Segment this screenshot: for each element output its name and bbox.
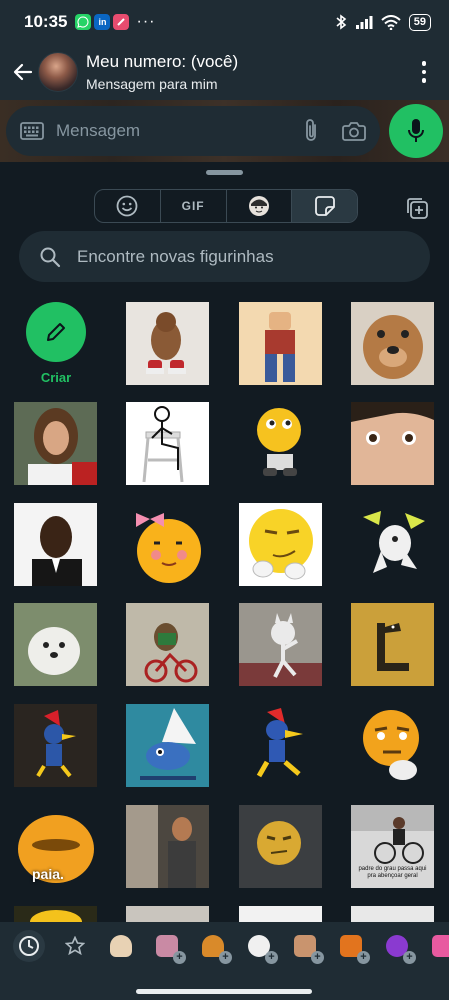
message-placeholder: Mensagem (56, 121, 141, 140)
status-bar: 10:35 in ··· 59 (0, 0, 449, 44)
chat-subtitle: Mensagem para mim (86, 76, 218, 92)
sticker-white-dog[interactable] (14, 603, 97, 686)
clock-icon (19, 936, 39, 956)
add-pack-icon: + (219, 951, 232, 964)
composer-area: Mensagem (0, 100, 449, 162)
sticker-caption-paia: paia. (32, 866, 64, 882)
sticker-tab[interactable] (292, 190, 357, 222)
sticker-partial-1[interactable] (14, 906, 97, 922)
sticker-letter-l[interactable] (351, 603, 434, 686)
sticker-pack-icon (432, 935, 449, 957)
recent-stickers-tab[interactable] (6, 926, 52, 966)
battery-indicator: 59 (408, 13, 431, 31)
sticker-emoji-pensive[interactable] (351, 704, 434, 787)
sticker-dog-closeup[interactable] (351, 302, 434, 385)
sticker-man-suit[interactable] (14, 503, 97, 586)
sticker-icon (314, 196, 335, 216)
add-pack-icon: + (173, 951, 186, 964)
wifi-icon (381, 14, 401, 30)
create-sticker-circle (26, 302, 86, 362)
linkedin-icon: in (94, 14, 111, 30)
sticker-monkey-bike[interactable] (126, 603, 209, 686)
chat-title: Meu numero: (você) (86, 52, 239, 71)
create-sticker-label: Criar (40, 370, 72, 385)
more-notifications-icon: ··· (136, 13, 156, 30)
keyboard-icon[interactable] (20, 122, 44, 140)
sticker-cartoon-hat[interactable] (126, 704, 209, 787)
avatar-tab[interactable] (227, 190, 293, 222)
sticker-padre[interactable]: padre do grau passa aqui pra abençoar ge… (351, 805, 434, 888)
favorites-tab[interactable] (52, 926, 98, 966)
mic-button[interactable] (389, 104, 443, 158)
sticker-cartoon-dance[interactable] (351, 503, 434, 586)
sticker-woodpecker-1[interactable] (14, 704, 97, 787)
sticker-search-placeholder: Encontre novas figurinhas (77, 246, 274, 266)
sticker-emoji-smug[interactable] (239, 503, 322, 586)
panel-tabs: GIF (94, 189, 358, 223)
sticker-pack-tray: + + + + + + (0, 922, 449, 970)
search-icon (40, 247, 61, 267)
chat-info[interactable]: Meu numero: (você) Mensagem para mim (86, 52, 238, 92)
sticker-search[interactable]: Encontre novas figurinhas (19, 231, 430, 282)
panel-drag-handle[interactable] (206, 170, 243, 175)
gif-tab[interactable]: GIF (161, 190, 227, 222)
coffee-cup-icon (110, 935, 132, 957)
sticker-partial-2[interactable] (126, 906, 209, 922)
sticker-monkey-sneakers[interactable] (126, 302, 209, 385)
sticker-emoji-thinking[interactable] (239, 402, 322, 485)
pencil-icon (47, 323, 65, 341)
sticker-panel: GIF Encontre novas figurinhas Criar paia… (0, 162, 449, 1000)
sticker-partial-3[interactable] (239, 906, 322, 922)
sticker-caption-padre: padre do grau passa aqui pra abençoar ge… (358, 866, 427, 879)
app-icon (113, 14, 130, 30)
pack-5-tab[interactable]: + (282, 926, 328, 966)
sticker-cat-kick[interactable] (239, 603, 322, 686)
add-sticker-icon (407, 198, 428, 219)
smiley-icon (116, 195, 138, 217)
pack-4-tab[interactable]: + (236, 926, 282, 966)
sticker-woodpecker-2[interactable] (239, 704, 322, 787)
home-gesture-bar[interactable] (136, 989, 312, 994)
recent-ring (13, 930, 45, 962)
sticker-emoji-bow[interactable] (126, 503, 209, 586)
sticker-kid-face[interactable] (351, 402, 434, 485)
paperclip-icon[interactable] (302, 118, 320, 144)
pack-3-tab[interactable]: + (190, 926, 236, 966)
sticker-stickman-chair[interactable] (126, 402, 209, 485)
pack-2-tab[interactable]: + (144, 926, 190, 966)
sticker-blurry-emoji[interactable] (239, 805, 322, 888)
create-sticker-button[interactable]: Criar (26, 302, 86, 385)
pack-6-tab[interactable]: + (328, 926, 374, 966)
arrow-left-icon (13, 63, 33, 81)
add-sticker-pack-button[interactable] (404, 195, 430, 221)
bluetooth-icon (336, 14, 347, 30)
sticker-man-door[interactable] (126, 805, 209, 888)
whatsapp-icon (75, 14, 92, 30)
pack-8-tab[interactable] (420, 926, 449, 966)
sticker-jesus-selfie[interactable] (14, 402, 97, 485)
pack-coffee-tab[interactable] (98, 926, 144, 966)
back-button[interactable] (0, 44, 38, 100)
emoji-tab[interactable] (95, 190, 161, 222)
add-pack-icon: + (357, 951, 370, 964)
star-icon (65, 936, 85, 956)
overflow-menu-button[interactable] (413, 56, 435, 88)
pack-7-tab[interactable]: + (374, 926, 420, 966)
status-time: 10:35 (24, 12, 68, 31)
sticker-roblox-dance[interactable] (239, 302, 322, 385)
camera-icon[interactable] (342, 121, 366, 141)
microphone-icon (408, 119, 424, 142)
avatar-icon (248, 196, 269, 216)
add-pack-icon: + (311, 951, 324, 964)
gif-tab-label: GIF (181, 199, 205, 213)
sticker-paia[interactable]: paia. (14, 805, 97, 888)
avatar[interactable] (38, 52, 78, 92)
sticker-partial-4[interactable] (351, 906, 434, 922)
system-nav-bar (0, 970, 449, 1000)
message-input[interactable]: Mensagem (6, 106, 380, 156)
add-pack-icon: + (265, 951, 278, 964)
signal-icon (355, 16, 373, 29)
chat-header: Meu numero: (você) Mensagem para mim (0, 44, 449, 100)
add-pack-icon: + (403, 951, 416, 964)
